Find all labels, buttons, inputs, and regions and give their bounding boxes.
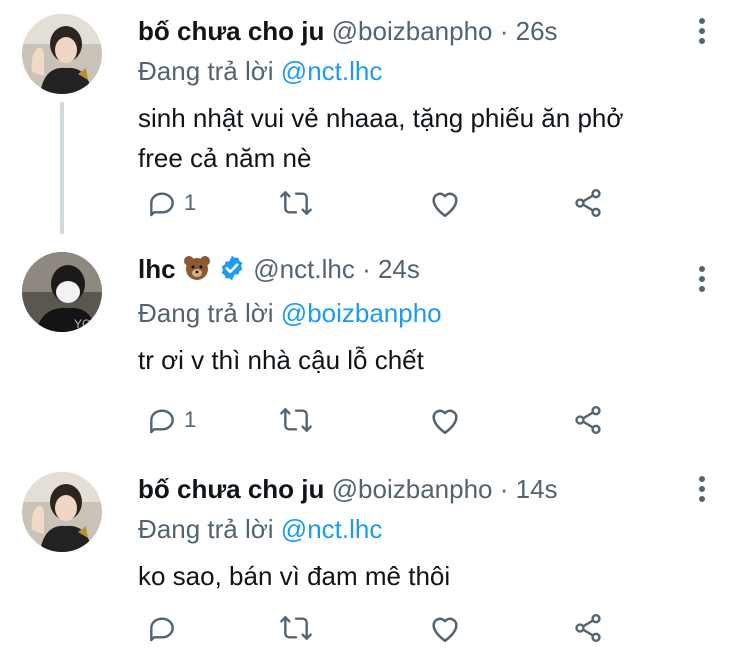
share-icon	[575, 614, 601, 642]
share-button[interactable]	[572, 400, 604, 440]
avatar[interactable]: YO	[22, 252, 102, 332]
replying-to-label: Đang trả lời	[138, 298, 274, 328]
reply-count: 1	[184, 190, 197, 215]
tweet-header: bố chưa cho ju @boizbanpho · 14s	[138, 472, 680, 506]
reply-count: 1	[184, 407, 197, 432]
tweet-header: lhc @nct.lhc · 24s	[138, 252, 680, 290]
user-handle[interactable]: @boizbanpho	[332, 474, 493, 504]
tweet-text-line: tr ơi v thì nhà cậu lỗ chết	[138, 345, 424, 375]
tweet[interactable]: bố chưa cho ju @boizbanpho · 14s Đang tr…	[0, 458, 750, 654]
retweet-icon	[280, 408, 312, 432]
avatar[interactable]	[22, 472, 102, 552]
reply-button[interactable]: 1	[146, 183, 196, 223]
tweet-actions	[138, 608, 638, 648]
replying-to-label: Đang trả lời	[138, 514, 274, 544]
tweet-text-line: sinh nhật vui vẻ nhaaa, tặng phiếu ăn ph…	[138, 103, 624, 133]
tweet-actions: 1	[138, 183, 638, 223]
share-button[interactable]	[572, 183, 604, 223]
like-button[interactable]	[428, 400, 462, 440]
reply-icon	[150, 409, 174, 434]
user-handle[interactable]: @nct.lhc	[253, 254, 355, 284]
reply-mention[interactable]: @boizbanpho	[281, 298, 442, 328]
display-name[interactable]: bố chưa cho ju	[138, 474, 324, 504]
verified-badge-icon	[218, 254, 246, 290]
replying-to-label: Đang trả lời	[138, 56, 274, 86]
avatar[interactable]	[22, 14, 102, 94]
like-button[interactable]	[428, 608, 462, 648]
tweet-text: sinh nhật vui vẻ nhaaa, tặng phiếu ăn ph…	[138, 98, 680, 178]
separator-dot: ·	[362, 254, 371, 284]
more-options-icon[interactable]	[698, 476, 706, 506]
user-handle[interactable]: @boizbanpho	[332, 16, 493, 46]
timestamp[interactable]: 26s	[516, 16, 558, 46]
reply-icon	[150, 617, 174, 642]
retweet-button[interactable]	[278, 608, 314, 648]
reply-mention[interactable]: @nct.lhc	[281, 514, 383, 544]
timestamp[interactable]: 14s	[516, 474, 558, 504]
retweet-button[interactable]	[278, 183, 314, 223]
more-options-icon[interactable]	[698, 18, 706, 48]
tweet-text: ko sao, bán vì đam mê thôi	[138, 556, 680, 596]
reply-mention[interactable]: @nct.lhc	[281, 56, 383, 86]
like-icon	[432, 409, 458, 435]
tweet[interactable]: YO lhc @nct.lhc · 24s Đang trả lời @boiz…	[0, 238, 750, 454]
like-icon	[432, 617, 458, 643]
share-icon	[575, 406, 601, 434]
bear-emoji-icon	[183, 255, 211, 289]
like-icon	[432, 192, 458, 218]
timestamp[interactable]: 24s	[378, 254, 420, 284]
display-name[interactable]: lhc	[138, 254, 176, 284]
replying-to: Đang trả lời @nct.lhc	[138, 54, 680, 88]
retweet-icon	[280, 616, 312, 640]
separator-dot: ·	[499, 16, 509, 46]
tweet-text: tr ơi v thì nhà cậu lỗ chết	[138, 340, 680, 380]
tweet-header: bố chưa cho ju @boizbanpho · 26s	[138, 14, 680, 48]
tweet-thread: bố chưa cho ju @boizbanpho · 26s Đang tr…	[0, 0, 750, 654]
tweet[interactable]: bố chưa cho ju @boizbanpho · 26s Đang tr…	[0, 0, 750, 230]
tweet-actions: 1	[138, 400, 638, 440]
retweet-icon	[280, 191, 312, 215]
reply-button[interactable]	[146, 608, 178, 648]
reply-button[interactable]: 1	[146, 400, 196, 440]
more-options-icon[interactable]	[698, 266, 706, 296]
replying-to: Đang trả lời @boizbanpho	[138, 296, 680, 330]
like-button[interactable]	[428, 183, 462, 223]
reply-icon	[150, 192, 174, 217]
share-icon	[575, 189, 601, 217]
retweet-button[interactable]	[278, 400, 314, 440]
tweet-text-line: ko sao, bán vì đam mê thôi	[138, 561, 451, 591]
separator-dot: ·	[499, 474, 509, 504]
svg-text:YO: YO	[74, 317, 91, 331]
display-name[interactable]: bố chưa cho ju	[138, 16, 324, 46]
tweet-text-line: free cả năm nè	[138, 143, 312, 173]
replying-to: Đang trả lời @nct.lhc	[138, 512, 680, 546]
share-button[interactable]	[572, 608, 604, 648]
